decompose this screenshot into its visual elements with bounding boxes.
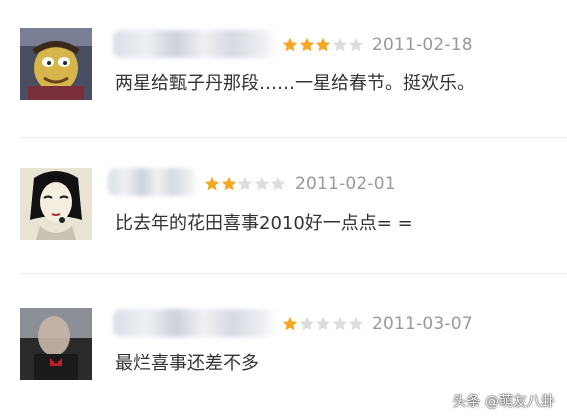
review-text: 两星给甄子丹那段……一星给春节。挺欢乐。 — [115, 73, 475, 94]
star-empty-icon — [332, 37, 347, 52]
review-text: 最烂喜事还差不多 — [115, 353, 259, 374]
star-empty-icon — [332, 316, 347, 331]
star-filled-icon — [315, 37, 331, 52]
username-blurred[interactable] — [113, 309, 278, 337]
review-item-1: 2011-02-18 两星给甄子丹那段……一星给春节。挺欢乐。 — [0, 0, 567, 140]
illustrated-avatar-icon — [20, 168, 92, 240]
star-filled-icon — [204, 176, 220, 191]
rating-stars — [204, 173, 287, 195]
star-empty-icon — [315, 316, 331, 331]
photo-avatar-icon — [20, 308, 92, 380]
divider — [20, 137, 567, 138]
star-empty-icon — [299, 316, 314, 331]
star-empty-icon — [348, 316, 364, 331]
star-empty-icon — [270, 176, 286, 191]
user-avatar[interactable] — [20, 168, 92, 240]
star-empty-icon — [254, 176, 269, 191]
review-text: 比去年的花田喜事2010好一点点= = — [115, 213, 413, 234]
username-blurred[interactable] — [113, 30, 278, 58]
review-date: 2011-03-07 — [372, 314, 473, 334]
review-date: 2011-02-18 — [372, 35, 473, 55]
rating-stars — [282, 313, 365, 335]
review-item-2: 2011-02-01 比去年的花田喜事2010好一点点= = — [0, 140, 567, 275]
divider — [20, 273, 567, 274]
star-empty-icon — [348, 37, 364, 52]
star-empty-icon — [237, 176, 253, 191]
source-watermark: 头条 @萌友八卦 — [452, 394, 555, 410]
user-avatar[interactable] — [20, 308, 92, 380]
cartoon-avatar-icon — [20, 28, 92, 100]
star-filled-icon — [221, 176, 236, 191]
review-date: 2011-02-01 — [295, 174, 396, 194]
username-blurred[interactable] — [108, 168, 198, 196]
star-filled-icon — [299, 37, 314, 52]
star-filled-icon — [282, 316, 298, 331]
rating-stars — [282, 34, 365, 56]
star-filled-icon — [282, 37, 298, 52]
user-avatar[interactable] — [20, 28, 92, 100]
